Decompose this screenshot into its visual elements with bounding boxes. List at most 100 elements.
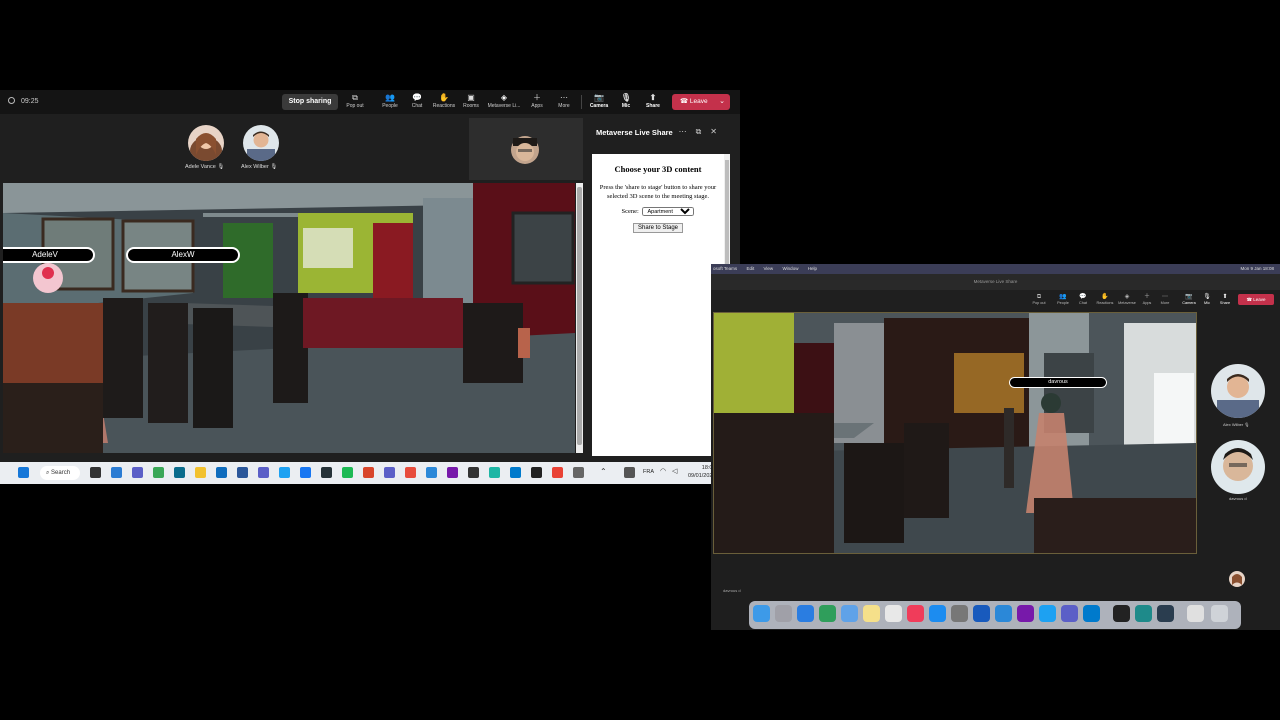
mic-button[interactable]: 🎙 Mic <box>613 92 639 112</box>
pop-out-button[interactable]: ⧉ Pop out <box>342 92 368 112</box>
notes-icon[interactable] <box>863 605 880 622</box>
store-icon[interactable] <box>174 467 185 478</box>
twitter-icon[interactable] <box>279 467 290 478</box>
teams-chat-icon[interactable] <box>132 467 143 478</box>
rooms-button[interactable]: ▣ Rooms <box>458 92 484 112</box>
reactions-button[interactable]: ✋ Reactions <box>1093 293 1117 305</box>
adele-mini-image <box>1229 571 1245 587</box>
teams-icon[interactable] <box>384 467 395 478</box>
menu-app[interactable]: osoft Teams <box>713 266 737 271</box>
safari-icon[interactable] <box>797 605 814 622</box>
trash-icon[interactable] <box>1211 605 1228 622</box>
vscode-icon[interactable] <box>1083 605 1100 622</box>
music-icon[interactable] <box>907 605 924 622</box>
terminal-icon[interactable] <box>531 467 542 478</box>
chrome-icon[interactable] <box>552 467 563 478</box>
self-video-tile[interactable] <box>469 118 583 180</box>
menu-help[interactable]: Help <box>808 266 817 271</box>
settings-icon[interactable] <box>951 605 968 622</box>
metaverse-3d-scene-mac[interactable]: davrous <box>713 312 1197 554</box>
menu-view[interactable]: View <box>763 266 773 271</box>
more-icon[interactable]: ⋯ <box>679 127 696 136</box>
app-icon[interactable] <box>363 467 374 478</box>
onenote-icon[interactable] <box>1017 605 1034 622</box>
wifi-icon[interactable]: ◠ <box>660 467 671 478</box>
terminal-icon[interactable] <box>1113 605 1130 622</box>
teams-icon[interactable] <box>1061 605 1078 622</box>
spotify-icon[interactable] <box>342 467 353 478</box>
app-icon[interactable] <box>405 467 416 478</box>
popout-icon[interactable]: ⧉ <box>696 127 711 136</box>
metaverse-3d-scene[interactable]: AdeleV AlexW <box>3 183 575 453</box>
scene-scrollbar[interactable] <box>576 183 583 453</box>
menu-edit[interactable]: Edit <box>746 266 754 271</box>
avatar-alex-wilber[interactable] <box>243 125 279 161</box>
volume-icon[interactable]: ◁ <box>672 467 683 478</box>
menu-window[interactable]: Window <box>782 266 798 271</box>
scene-select[interactable]: Apartment <box>642 207 695 216</box>
mail-icon[interactable] <box>841 605 858 622</box>
facebook-icon[interactable] <box>300 467 311 478</box>
app-icon[interactable] <box>237 467 248 478</box>
chevron-up-icon[interactable]: ⌃ <box>600 467 611 478</box>
scrollbar-thumb[interactable] <box>577 187 582 445</box>
taskbar-search[interactable]: ⌕ Search <box>40 466 80 480</box>
mic-tray-icon[interactable] <box>624 467 635 478</box>
reactions-button[interactable]: ✋ Reactions <box>431 92 457 112</box>
edge-icon[interactable] <box>153 467 164 478</box>
share-button[interactable]: ⬆ Share <box>640 92 666 112</box>
share-to-stage-button[interactable]: Share to Stage <box>632 223 684 233</box>
outlook-icon[interactable] <box>216 467 227 478</box>
more-button[interactable]: ⋯ More <box>551 92 577 112</box>
chat-button[interactable]: 💬 Chat <box>404 92 430 112</box>
apps-button[interactable]: ＋ Apps <box>524 92 550 112</box>
apps-button[interactable]: ＋ Apps <box>1137 293 1157 305</box>
github-icon[interactable] <box>468 467 479 478</box>
finder-icon[interactable] <box>753 605 770 622</box>
people-button[interactable]: 👥 People <box>1053 293 1073 305</box>
app-icon[interactable] <box>1157 605 1174 622</box>
mic-button[interactable]: 🎙 Mic <box>1197 293 1217 305</box>
close-icon[interactable]: ✕ <box>710 127 726 136</box>
people-button[interactable]: 👥 People <box>377 92 403 112</box>
settings-icon[interactable] <box>573 467 584 478</box>
todo-icon[interactable] <box>426 467 437 478</box>
word-icon[interactable] <box>973 605 990 622</box>
more-button[interactable]: ⋯ More <box>1155 293 1175 305</box>
avatar-alex-wilber-mac[interactable] <box>1211 364 1265 418</box>
avatar-davrous-mac[interactable] <box>1211 440 1265 494</box>
file-explorer-icon[interactable] <box>195 467 206 478</box>
photos-icon[interactable] <box>885 605 902 622</box>
camera-button[interactable]: 📷 Camera <box>586 92 612 112</box>
leave-button[interactable]: ☎ Leave <box>1238 294 1274 305</box>
metaverse-app-button[interactable]: ◈ Metaverse Li... <box>487 92 521 112</box>
edge-icon[interactable] <box>819 605 836 622</box>
edge-dev-icon[interactable] <box>1135 605 1152 622</box>
vscode-icon[interactable] <box>510 467 521 478</box>
onenote-icon[interactable] <box>447 467 458 478</box>
app-icon[interactable] <box>489 467 500 478</box>
windows-taskbar: ⌕ Search ⌃ FRA ◠ ◁ 18:08 09/01/2023 <box>0 462 740 484</box>
avatar-adele-vance[interactable] <box>188 125 224 161</box>
task-view-icon[interactable] <box>90 467 101 478</box>
todo-icon[interactable] <box>995 605 1012 622</box>
teams-icon[interactable] <box>258 467 269 478</box>
app-icon[interactable] <box>321 467 332 478</box>
language-indicator[interactable]: FRA <box>643 469 654 475</box>
windows-start-icon[interactable] <box>18 467 29 478</box>
widgets-icon[interactable] <box>111 467 122 478</box>
launchpad-icon[interactable] <box>775 605 792 622</box>
pop-out-button[interactable]: ⧉ Pop out <box>1029 293 1049 305</box>
leave-button[interactable]: ☎ Leave ⌄ <box>672 94 730 110</box>
document-icon[interactable] <box>1187 605 1204 622</box>
chevron-down-icon[interactable]: ⌄ <box>719 94 725 110</box>
twitter-icon[interactable] <box>1039 605 1056 622</box>
share-button[interactable]: ⬆ Share <box>1215 293 1235 305</box>
stop-sharing-button[interactable]: Stop sharing <box>282 94 338 110</box>
camera-button[interactable]: 📷 Camera <box>1179 293 1199 305</box>
chat-button[interactable]: 💬 Chat <box>1073 293 1093 305</box>
app-store-icon[interactable] <box>929 605 946 622</box>
mac-status-clock[interactable]: Mon 9 Jan 18:08 <box>1240 264 1274 274</box>
metaverse-app-button[interactable]: ◈ Metaverse <box>1115 293 1139 305</box>
avatar-adele-mini[interactable] <box>1229 571 1245 587</box>
